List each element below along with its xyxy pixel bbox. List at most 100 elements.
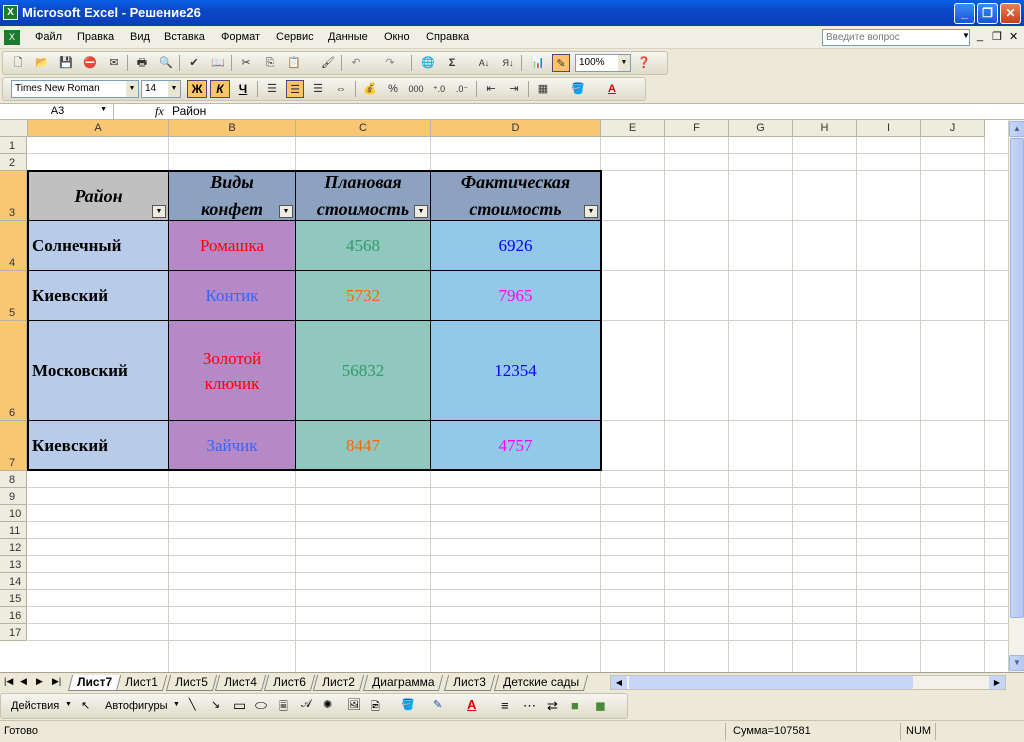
increase-decimal-icon[interactable]: ⁺.0	[430, 80, 448, 98]
name-box-dropdown-icon[interactable]: ▼	[100, 106, 107, 113]
prev-sheet-icon[interactable]: ◀	[20, 676, 27, 687]
draw-actions-menu[interactable]: Действия	[11, 700, 59, 712]
column-header-h[interactable]: H	[793, 120, 857, 137]
hyperlink-icon[interactable]: 🌐	[419, 54, 437, 72]
menu-edit[interactable]: Правка	[77, 31, 114, 43]
spelling-icon[interactable]: ✔	[185, 54, 203, 72]
chart-wizard-icon[interactable]: 📊	[529, 54, 547, 72]
line-icon[interactable]: ╲	[189, 698, 196, 711]
print-preview-icon[interactable]: 🔍	[157, 54, 175, 72]
sheet-tab-4[interactable]: Лист6	[263, 675, 315, 691]
diagram-icon[interactable]: ✺	[323, 698, 332, 711]
excel-icon[interactable]: X	[3, 5, 18, 20]
menu-file[interactable]: Файл	[35, 31, 62, 43]
help-question-input[interactable]: Введите вопрос	[822, 29, 970, 46]
draw-actions-dropdown-icon[interactable]: ▼	[65, 701, 72, 708]
oval-icon[interactable]: ⬭	[255, 697, 267, 714]
hscroll-thumb[interactable]	[629, 676, 913, 689]
column-header-e[interactable]: E	[601, 120, 665, 137]
currency-icon[interactable]: 💰	[361, 80, 379, 98]
row-header-9[interactable]: 9	[0, 488, 27, 505]
menu-help[interactable]: Справка	[426, 31, 469, 43]
decrease-indent-icon[interactable]: ⇤	[482, 80, 500, 98]
row-header-13[interactable]: 13	[0, 556, 27, 573]
scroll-down-icon[interactable]: ▼	[1009, 655, 1024, 671]
cell-d4[interactable]: 6926	[431, 221, 601, 271]
fill-color-icon[interactable]: 🪣	[569, 80, 587, 98]
borders-icon[interactable]: ▦	[534, 80, 552, 98]
increase-indent-icon[interactable]: ⇥	[505, 80, 523, 98]
cell-c7[interactable]: 8447	[296, 421, 431, 471]
align-center-icon[interactable]: ☰	[286, 80, 304, 98]
doc-restore-icon[interactable]: ❐	[992, 30, 1002, 43]
workbook-icon[interactable]: X	[4, 30, 20, 45]
thousands-button[interactable]: 000	[407, 80, 425, 98]
font-color-icon[interactable]: A	[603, 80, 621, 98]
merge-center-icon[interactable]: ⇔	[332, 80, 350, 98]
sort-asc-icon[interactable]: A↓	[475, 54, 493, 72]
menu-view[interactable]: Вид	[130, 31, 150, 43]
sheet-tab-8[interactable]: Детские сады	[493, 675, 589, 691]
arrow-style-icon[interactable]: ⇄	[547, 698, 558, 714]
bold-button[interactable]: Ж	[187, 80, 207, 98]
row-header-7[interactable]: 7	[0, 421, 27, 471]
first-sheet-icon[interactable]: |◀	[4, 676, 13, 687]
font-size-dropdown-icon[interactable]: ▼	[168, 81, 180, 97]
cell-c4[interactable]: 4568	[296, 221, 431, 271]
autoshapes-dropdown-icon[interactable]: ▼	[173, 701, 180, 708]
autoshapes-menu[interactable]: Автофигуры	[105, 700, 168, 712]
new-icon[interactable]: 🗋	[9, 54, 27, 72]
row-header-10[interactable]: 10	[0, 505, 27, 522]
decrease-decimal-icon[interactable]: .0⁻	[453, 80, 471, 98]
last-sheet-icon[interactable]: ▶|	[52, 676, 61, 687]
font-name-combo[interactable]: Times New Roman ▼	[11, 80, 139, 98]
maximize-icon[interactable]: ❐	[977, 3, 998, 24]
italic-button[interactable]: К	[210, 80, 230, 98]
save-icon[interactable]: 💾	[57, 54, 75, 72]
3d-style-icon[interactable]: ◼	[595, 698, 606, 714]
cell-c6[interactable]: 56832	[296, 321, 431, 421]
help-dropdown-icon[interactable]: ▼	[962, 31, 970, 40]
autofilter-dropdown-icon[interactable]: ▼	[584, 205, 598, 218]
column-header-a[interactable]: A	[28, 120, 169, 137]
paste-icon[interactable]: 📋	[285, 54, 303, 72]
cell-a4[interactable]: Солнечный	[28, 221, 169, 271]
row-header-4[interactable]: 4	[0, 221, 27, 271]
font-dropdown-icon[interactable]: ▼	[126, 81, 138, 97]
scroll-right-icon[interactable]: ▶	[989, 676, 1005, 689]
scroll-thumb[interactable]	[1010, 138, 1024, 618]
menu-window[interactable]: Окно	[384, 31, 410, 43]
cell-b4[interactable]: Ромашка	[169, 221, 296, 271]
menu-format[interactable]: Формат	[221, 31, 260, 43]
line-style-icon[interactable]: ≡	[501, 698, 509, 713]
cell-a6[interactable]: Московский	[28, 321, 169, 421]
wordart-icon[interactable]: 𝒜	[301, 698, 311, 711]
cell-d7[interactable]: 4757	[431, 421, 601, 471]
column-header-c[interactable]: C	[296, 120, 431, 137]
minimize-icon[interactable]: _	[954, 3, 975, 24]
email-icon[interactable]: ✉	[105, 54, 123, 72]
clipart-icon[interactable]: 🖼	[347, 698, 361, 711]
row-header-15[interactable]: 15	[0, 590, 27, 607]
research-icon[interactable]: 📖	[209, 54, 227, 72]
column-header-g[interactable]: G	[729, 120, 793, 137]
copy-icon[interactable]: ⎘	[261, 54, 279, 72]
select-all-corner[interactable]	[0, 120, 28, 137]
sheet-tab-2[interactable]: Лист5	[165, 675, 217, 691]
cell-d5[interactable]: 7965	[431, 271, 601, 321]
sort-desc-icon[interactable]: Я↓	[499, 54, 517, 72]
sheet-tab-7[interactable]: Лист3	[443, 675, 495, 691]
drawing-toggle-icon[interactable]: ✎	[552, 54, 570, 72]
percent-button[interactable]: %	[384, 80, 402, 98]
dash-style-icon[interactable]: ⋯	[523, 698, 536, 714]
format-painter-icon[interactable]: 🖌	[319, 54, 337, 72]
column-header-d[interactable]: D	[431, 120, 601, 137]
row-header-16[interactable]: 16	[0, 607, 27, 624]
rectangle-icon[interactable]: ▭	[233, 697, 246, 714]
menu-tools[interactable]: Сервис	[276, 31, 314, 43]
header-cell-b[interactable]: Виды конфет ▼	[169, 171, 296, 221]
row-header-2[interactable]: 2	[0, 154, 27, 171]
row-header-6[interactable]: 6	[0, 321, 27, 421]
cell-b7[interactable]: Зайчик	[169, 421, 296, 471]
cell-b5[interactable]: Контик	[169, 271, 296, 321]
